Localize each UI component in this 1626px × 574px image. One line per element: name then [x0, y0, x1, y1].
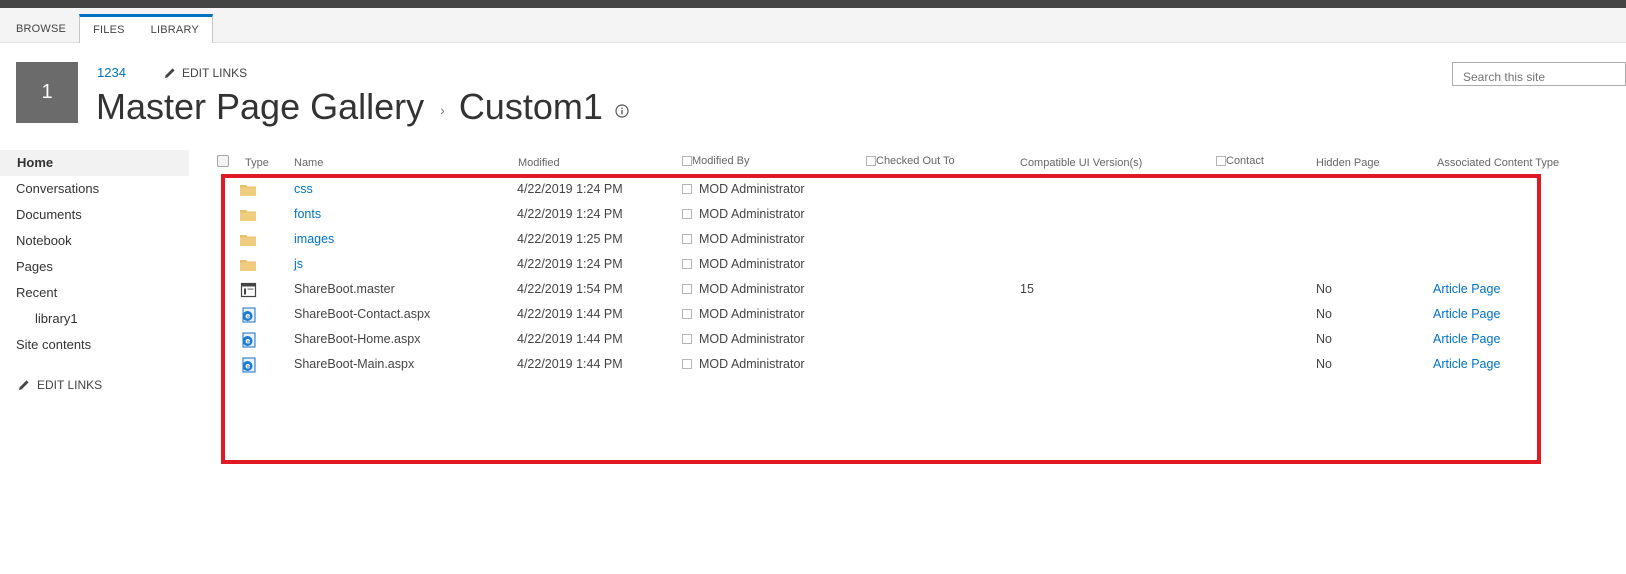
checkbox-box — [217, 155, 229, 167]
ribbon: BROWSE FILES LIBRARY — [0, 8, 1626, 43]
column-label: Modified By — [692, 155, 750, 167]
info-icon[interactable] — [615, 104, 629, 118]
edit-links-nav-button[interactable]: EDIT LINKS — [18, 378, 102, 392]
site-logo[interactable]: 1 — [16, 62, 78, 123]
breadcrumb-separator: › — [440, 102, 445, 118]
edit-links-label: EDIT LINKS — [182, 66, 248, 80]
title-library[interactable]: Master Page Gallery — [96, 86, 424, 128]
edit-links-label: EDIT LINKS — [37, 378, 103, 392]
tab-browse[interactable]: BROWSE — [0, 14, 79, 43]
column-contact[interactable]: Contact — [1216, 155, 1264, 167]
pencil-icon — [165, 68, 175, 78]
ribbon-tabs: BROWSE FILES LIBRARY — [0, 14, 213, 43]
column-label: Checked Out To — [876, 155, 955, 167]
column-checkbox — [682, 156, 692, 166]
column-checkbox — [1216, 156, 1226, 166]
column-checkbox — [866, 156, 876, 166]
column-content-type[interactable]: Associated Content Type — [1437, 157, 1559, 169]
column-name[interactable]: Name — [294, 157, 323, 169]
column-hidden-page[interactable]: Hidden Page — [1316, 157, 1380, 169]
pencil-icon — [19, 380, 29, 390]
edit-links-top-button[interactable]: EDIT LINKS — [164, 66, 247, 80]
list-header: Type Name Modified Modified By Checked O… — [0, 150, 1626, 174]
page-title: Master Page Gallery › Custom1 — [96, 86, 629, 128]
column-type[interactable]: Type — [245, 157, 269, 169]
search-input[interactable] — [1452, 62, 1626, 86]
highlight-annotation-box — [221, 174, 1541, 464]
tab-library[interactable]: LIBRARY — [137, 14, 213, 43]
column-label: Contact — [1226, 155, 1264, 167]
select-all-checkbox[interactable] — [217, 155, 229, 167]
site-link[interactable]: 1234 — [97, 65, 126, 80]
tab-files[interactable]: FILES — [79, 14, 138, 43]
column-modified-by[interactable]: Modified By — [682, 155, 749, 167]
suite-bar — [0, 0, 1626, 8]
column-checked-out-to[interactable]: Checked Out To — [866, 155, 955, 167]
column-ui-version[interactable]: Compatible UI Version(s) — [1020, 157, 1142, 169]
title-folder: Custom1 — [458, 86, 603, 127]
column-modified[interactable]: Modified — [518, 157, 560, 169]
